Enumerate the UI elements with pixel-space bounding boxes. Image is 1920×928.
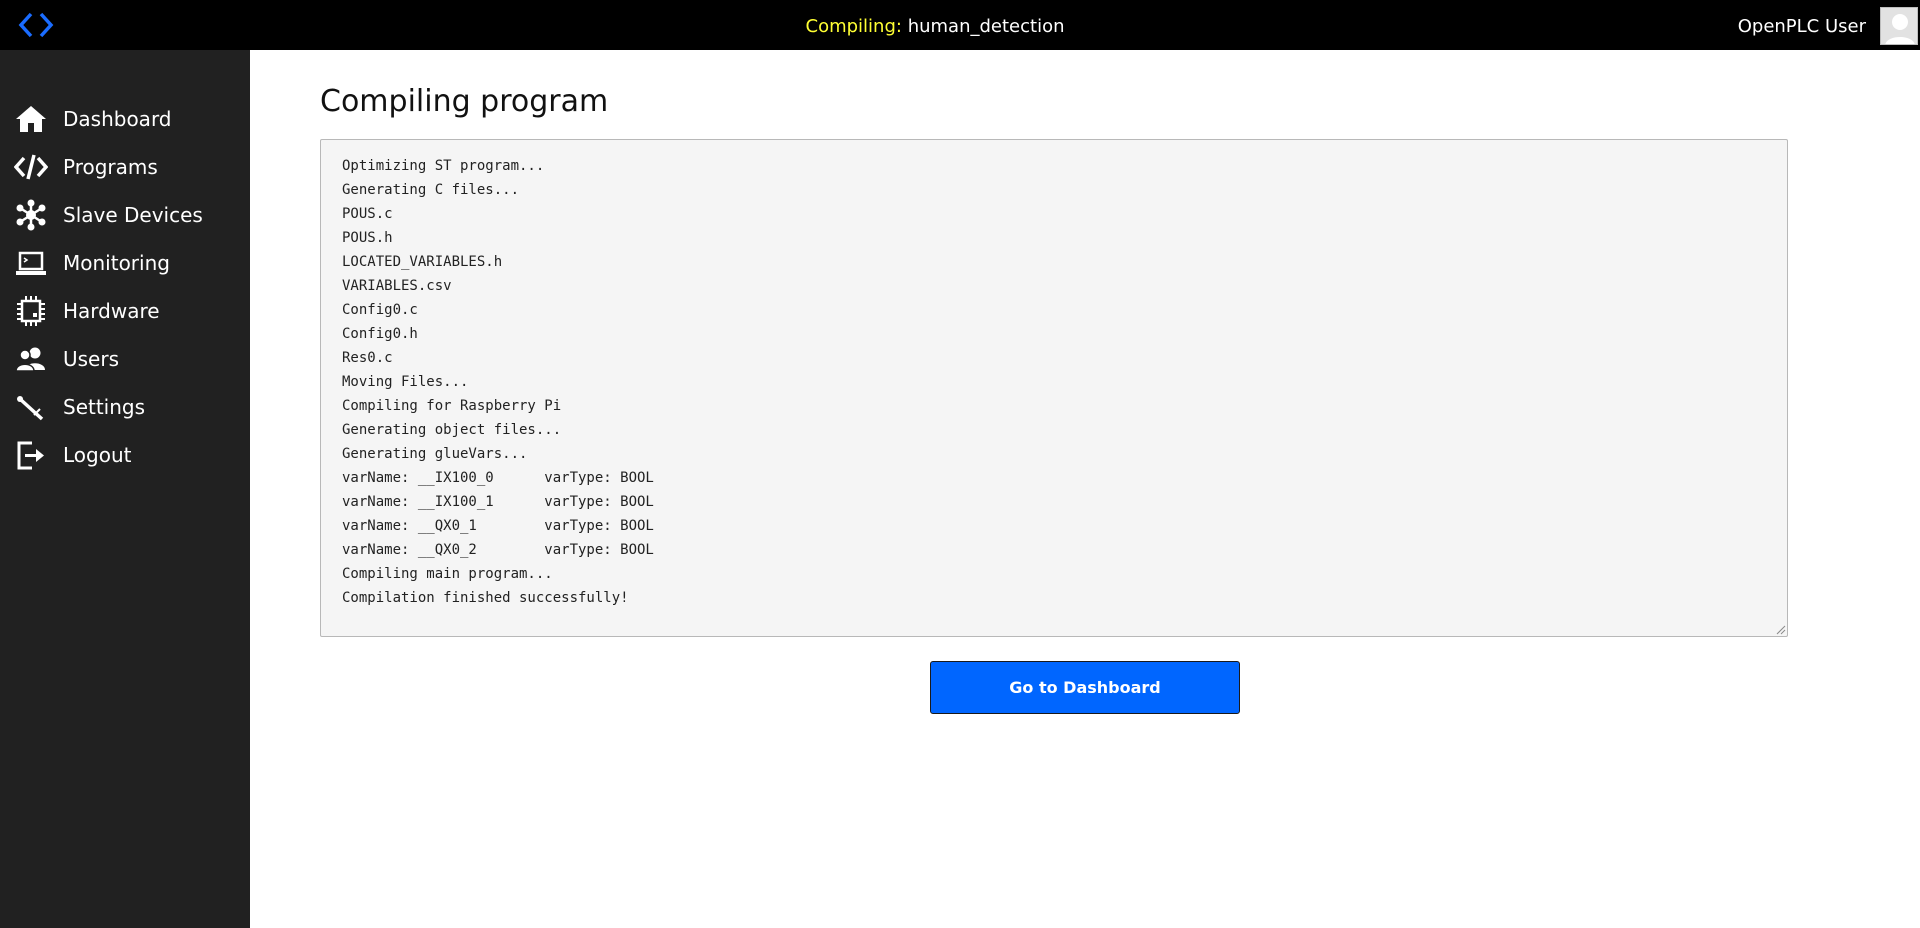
page-title: Compiling program xyxy=(320,84,609,119)
compiling-label: Compiling: xyxy=(805,16,902,37)
sidebar-item-label: Settings xyxy=(63,395,146,419)
log-line: Config0.c xyxy=(342,302,418,318)
sidebar: Dashboard Programs Slave Devices Monitor… xyxy=(0,50,250,928)
sidebar-item-monitoring[interactable]: Monitoring xyxy=(0,241,250,285)
code-icon xyxy=(14,154,48,180)
sidebar-item-slave-devices[interactable]: Slave Devices xyxy=(0,193,250,237)
log-line: varName: __QX0_2 varType: BOOL xyxy=(342,542,654,558)
log-line: POUS.h xyxy=(342,230,393,246)
log-line: Compilation finished successfully! xyxy=(342,590,629,606)
sidebar-item-users[interactable]: Users xyxy=(0,337,250,381)
avatar[interactable] xyxy=(1880,7,1918,45)
network-icon xyxy=(16,199,46,231)
sidebar-item-dashboard[interactable]: Dashboard xyxy=(0,97,250,141)
program-name: human_detection xyxy=(907,16,1065,37)
sidebar-item-label: Programs xyxy=(63,155,158,179)
log-line: Compiling for Raspberry Pi xyxy=(342,398,562,414)
top-bar: Compiling: human_detection OpenPLC User xyxy=(0,0,1920,50)
sidebar-item-settings[interactable]: Settings xyxy=(0,385,250,429)
chip-icon xyxy=(17,296,45,326)
sidebar-item-programs[interactable]: Programs xyxy=(0,145,250,189)
page-header-title: Compiling: human_detection xyxy=(0,0,1870,50)
compile-log-textarea[interactable]: Optimizing ST program... Generating C fil… xyxy=(320,139,1788,637)
openplc-logo-icon[interactable] xyxy=(18,11,54,39)
sidebar-item-label: Slave Devices xyxy=(63,203,203,227)
log-line: VARIABLES.csv xyxy=(342,278,452,294)
log-line: Optimizing ST program... xyxy=(342,158,545,174)
go-to-dashboard-button[interactable]: Go to Dashboard xyxy=(930,661,1240,714)
users-icon xyxy=(15,347,45,372)
log-line: LOCATED_VARIABLES.h xyxy=(342,254,503,270)
sidebar-item-logout[interactable]: Logout xyxy=(0,433,250,477)
home-icon xyxy=(16,106,46,132)
wrench-icon xyxy=(17,396,44,421)
log-line: Generating C files... xyxy=(342,182,520,198)
log-line: Generating glueVars... xyxy=(342,446,528,462)
log-line: Generating object files... xyxy=(342,422,562,438)
sidebar-item-label: Hardware xyxy=(63,299,160,323)
sidebar-item-label: Users xyxy=(63,347,120,371)
log-line: Moving Files... xyxy=(342,374,469,390)
log-line: POUS.c xyxy=(342,206,393,222)
log-line: varName: __QX0_1 varType: BOOL xyxy=(342,518,654,534)
sidebar-item-label: Dashboard xyxy=(63,107,172,131)
log-line: Config0.h xyxy=(342,326,418,342)
log-line: Res0.c xyxy=(342,350,393,366)
sidebar-item-label: Monitoring xyxy=(63,251,170,275)
log-line: Compiling main program... xyxy=(342,566,553,582)
sidebar-item-hardware[interactable]: Hardware xyxy=(0,289,250,333)
sidebar-item-label: Logout xyxy=(63,443,132,467)
log-line: varName: __IX100_1 varType: BOOL xyxy=(342,494,654,510)
user-avatar-icon xyxy=(1881,8,1917,44)
user-name[interactable]: OpenPLC User xyxy=(1738,0,1866,50)
log-line: varName: __IX100_0 varType: BOOL xyxy=(342,470,654,486)
resize-handle-icon[interactable] xyxy=(1774,623,1786,635)
laptop-icon xyxy=(16,251,46,275)
logout-icon xyxy=(17,441,44,470)
